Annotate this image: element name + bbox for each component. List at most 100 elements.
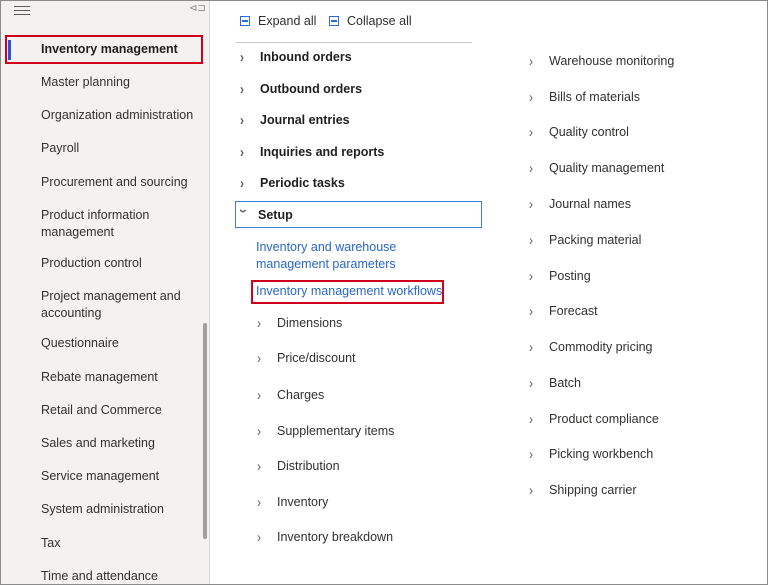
chevron-right-icon: › bbox=[257, 314, 261, 332]
chevron-right-icon: › bbox=[529, 231, 533, 249]
expand-all-button[interactable]: Expand all bbox=[240, 14, 316, 28]
tree-group-product-compliance[interactable]: › Product compliance bbox=[529, 410, 659, 428]
chevron-right-icon: › bbox=[240, 111, 244, 129]
tree-subgroup-label: Distribution bbox=[277, 459, 340, 473]
sidebar-item-procurement-and-sourcing[interactable]: Procurement and sourcing bbox=[41, 174, 201, 191]
tree-group-label: Forecast bbox=[549, 304, 598, 318]
link-inventory-management-workflows[interactable]: Inventory management workflows bbox=[256, 283, 442, 300]
chevron-right-icon: › bbox=[240, 80, 244, 98]
tree-group-label: Batch bbox=[549, 376, 581, 390]
link-inventory-and-warehouse-management-parameters[interactable]: Inventory and warehouse management param… bbox=[256, 239, 471, 273]
tree-group-commodity-pricing[interactable]: › Commodity pricing bbox=[529, 338, 653, 356]
tree-group-setup[interactable]: › Setup bbox=[235, 206, 293, 224]
chevron-right-icon: › bbox=[529, 267, 533, 285]
tree-group-quality-management[interactable]: › Quality management bbox=[529, 159, 664, 177]
tree-group-label: Setup bbox=[258, 208, 293, 222]
tree-group-label: Journal names bbox=[549, 197, 631, 211]
tree-subgroup-label: Supplementary items bbox=[277, 424, 395, 438]
chevron-right-icon: › bbox=[240, 174, 244, 192]
tree-group-forecast[interactable]: › Forecast bbox=[529, 302, 598, 320]
sidebar-item-time-and-attendance[interactable]: Time and attendance bbox=[41, 568, 201, 584]
sidebar-item-questionnaire[interactable]: Questionnaire bbox=[41, 335, 201, 352]
tree-subgroup-label: Inventory breakdown bbox=[277, 530, 394, 544]
tree-subgroup-inventory[interactable]: › Inventory bbox=[257, 493, 328, 511]
tree-group-label: Inbound orders bbox=[260, 50, 352, 64]
sidebar-item-tax[interactable]: Tax bbox=[41, 535, 201, 552]
tree-group-label: Commodity pricing bbox=[549, 340, 653, 354]
collapse-all-icon bbox=[329, 16, 339, 26]
chevron-right-icon: › bbox=[257, 386, 261, 404]
sidebar-item-master-planning[interactable]: Master planning bbox=[41, 74, 201, 91]
tree-subgroup-charges[interactable]: › Charges bbox=[257, 386, 324, 404]
chevron-right-icon: › bbox=[257, 457, 261, 475]
collapse-all-button[interactable]: Collapse all bbox=[329, 14, 412, 28]
tree-subgroup-dimensions[interactable]: › Dimensions bbox=[257, 314, 342, 332]
expand-all-label: Expand all bbox=[258, 14, 317, 28]
tree-group-picking-workbench[interactable]: › Picking workbench bbox=[529, 445, 653, 463]
expand-all-icon bbox=[240, 16, 250, 26]
tree-group-bills-of-materials[interactable]: › Bills of materials bbox=[529, 88, 640, 106]
tree-subgroup-label: Price/discount bbox=[277, 351, 356, 365]
tree-group-label: Picking workbench bbox=[549, 447, 654, 461]
tree-group-inbound-orders[interactable]: › Inbound orders bbox=[240, 48, 352, 66]
tree-group-label: Packing material bbox=[549, 233, 642, 247]
sidebar-item-service-management[interactable]: Service management bbox=[41, 468, 201, 485]
tree-group-label: Shipping carrier bbox=[549, 483, 637, 497]
sidebar-item-retail-and-commerce[interactable]: Retail and Commerce bbox=[41, 402, 201, 419]
pin-icon[interactable]: ⊲⊐ bbox=[189, 3, 206, 14]
chevron-right-icon: › bbox=[529, 159, 533, 177]
tree-group-warehouse-monitoring[interactable]: › Warehouse monitoring bbox=[529, 52, 674, 70]
sidebar-item-organization-administration[interactable]: Organization administration bbox=[41, 107, 206, 124]
sidebar-item-sales-and-marketing[interactable]: Sales and marketing bbox=[41, 435, 201, 452]
sidebar-item-production-control[interactable]: Production control bbox=[41, 255, 201, 272]
sidebar-item-inventory-management[interactable]: Inventory management bbox=[41, 41, 201, 58]
tree-group-quality-control[interactable]: › Quality control bbox=[529, 123, 629, 141]
tree-group-shipping-carrier[interactable]: › Shipping carrier bbox=[529, 481, 637, 499]
module-sidebar: ⊲⊐ Inventory management Master planning … bbox=[1, 1, 210, 584]
tree-subgroup-distribution[interactable]: › Distribution bbox=[257, 457, 340, 475]
chevron-right-icon: › bbox=[529, 410, 533, 428]
chevron-right-icon: › bbox=[257, 422, 261, 440]
chevron-right-icon: › bbox=[257, 528, 261, 546]
chevron-right-icon: › bbox=[257, 493, 261, 511]
tree-group-journal-entries[interactable]: › Journal entries bbox=[240, 111, 350, 129]
tree-group-packing-material[interactable]: › Packing material bbox=[529, 231, 641, 249]
chevron-down-icon: › bbox=[235, 209, 253, 213]
tree-group-outbound-orders[interactable]: › Outbound orders bbox=[240, 80, 362, 98]
tree-subgroup-price-discount[interactable]: › Price/discount bbox=[257, 349, 356, 367]
chevron-right-icon: › bbox=[529, 302, 533, 320]
tree-group-journal-names[interactable]: › Journal names bbox=[529, 195, 631, 213]
hamburger-menu-icon[interactable] bbox=[14, 6, 30, 16]
tree-group-label: Inquiries and reports bbox=[260, 145, 385, 159]
tree-subgroup-label: Charges bbox=[277, 388, 325, 402]
sidebar-item-payroll[interactable]: Payroll bbox=[41, 140, 201, 157]
tree-group-label: Quality management bbox=[549, 161, 665, 175]
sidebar-item-product-information-management[interactable]: Product information management bbox=[41, 207, 181, 241]
chevron-right-icon: › bbox=[529, 481, 533, 499]
toolbar-divider bbox=[236, 42, 472, 43]
tree-group-label: Periodic tasks bbox=[260, 176, 345, 190]
tree-group-inquiries-and-reports[interactable]: › Inquiries and reports bbox=[240, 143, 384, 161]
sidebar-item-system-administration[interactable]: System administration bbox=[41, 501, 201, 518]
tree-group-label: Quality control bbox=[549, 125, 629, 139]
tree-subgroup-label: Dimensions bbox=[277, 316, 343, 330]
tree-group-posting[interactable]: › Posting bbox=[529, 267, 591, 285]
tree-subgroup-label: Inventory bbox=[277, 495, 329, 509]
chevron-right-icon: › bbox=[529, 338, 533, 356]
tree-group-batch[interactable]: › Batch bbox=[529, 374, 581, 392]
tree-group-label: Bills of materials bbox=[549, 90, 640, 104]
chevron-right-icon: › bbox=[257, 349, 261, 367]
chevron-right-icon: › bbox=[529, 195, 533, 213]
tree-group-label: Outbound orders bbox=[260, 82, 363, 96]
sidebar-item-project-management-and-accounting[interactable]: Project management and accounting bbox=[41, 288, 191, 322]
sidebar-scrollbar[interactable] bbox=[203, 323, 207, 539]
chevron-right-icon: › bbox=[529, 88, 533, 106]
tree-subgroup-supplementary-items[interactable]: › Supplementary items bbox=[257, 422, 394, 440]
tree-group-label: Product compliance bbox=[549, 412, 659, 426]
tree-group-periodic-tasks[interactable]: › Periodic tasks bbox=[240, 174, 345, 192]
chevron-right-icon: › bbox=[240, 48, 244, 66]
tree-subgroup-inventory-breakdown[interactable]: › Inventory breakdown bbox=[257, 528, 393, 546]
sidebar-item-rebate-management[interactable]: Rebate management bbox=[41, 369, 201, 386]
collapse-all-label: Collapse all bbox=[347, 14, 412, 28]
chevron-right-icon: › bbox=[529, 374, 533, 392]
